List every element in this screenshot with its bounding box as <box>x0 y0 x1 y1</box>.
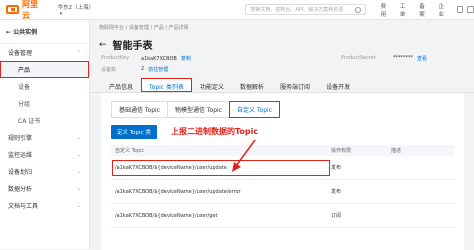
sidebar-item-label: 文档与工具 <box>8 203 39 210</box>
top-nav-ticket[interactable]: 工单 <box>400 2 409 18</box>
sidebar-back-label: 公共实例 <box>13 29 38 36</box>
table-header: 自定义 Topic 操作权限 描述 <box>111 145 454 156</box>
sidebar-item-product[interactable]: 产品 <box>0 61 89 78</box>
logo[interactable]: 阿里云 <box>6 0 44 21</box>
top-bar: 阿里云 华东2（上海）▾ 搜索文档、控制台、API、解决方案和资源 费用 工单 … <box>0 0 474 20</box>
header-description: 描述 <box>391 148 402 154</box>
permission-cell: 订阅 <box>331 213 342 219</box>
product-key-value: a1kaK7XCBOB 复制 <box>141 55 221 62</box>
sidebar-item-docs-tools[interactable]: 文档与工具 ⌄ <box>0 197 89 214</box>
device-count-value: 2 <box>141 66 145 72</box>
permission-cell: 发布 <box>331 165 342 171</box>
define-topic-button[interactable]: 定义 Topic 类 <box>111 125 157 139</box>
sidebar-item-rule-engine[interactable]: 规则引擎 ⌄ <box>0 129 89 146</box>
sidebar-item-label: 分组 <box>18 101 31 108</box>
chevron-down-icon: ▾ <box>59 10 63 17</box>
product-secret-value: ******** <box>393 55 413 61</box>
subtab-basic-topic[interactable]: 基础通信 Topic <box>111 101 168 118</box>
region-label: 华东2（上海） <box>57 4 95 11</box>
sidebar-item-label: 设备划归 <box>8 169 33 176</box>
tab-device-development[interactable]: 设备开发 <box>318 78 358 92</box>
tab-topic-list[interactable]: Topic 类列表 <box>141 78 193 92</box>
table-row[interactable]: /a1kaK7XCBOB/${deviceName}/user/get 订阅 <box>111 204 454 228</box>
tab-product-info[interactable]: 产品信息 <box>101 78 141 92</box>
aliyun-logo-icon <box>6 5 20 14</box>
bell-icon[interactable] <box>456 6 464 13</box>
cart-icon[interactable] <box>467 6 474 13</box>
tab-feature-definition[interactable]: 功能定义 <box>192 78 232 92</box>
header-permission: 操作权限 <box>331 148 352 154</box>
product-secret-label: ProductSecret <box>341 55 376 61</box>
sidebar-item-group[interactable]: 分组 <box>0 95 89 112</box>
sidebar-item-label: 产品 <box>18 67 31 74</box>
subtab-custom-topic[interactable]: 自定义 Topic <box>229 101 280 118</box>
subtab-bar: 基础通信 Topic 物模型通信 Topic 自定义 Topic <box>101 93 464 118</box>
sidebar-back[interactable]: ← 公共实例 <box>0 20 89 44</box>
chevron-down-icon: ⌄ <box>76 134 81 141</box>
product-meta-row: ProductKey a1kaK7XCBOB 复制 ProductSecret *… <box>91 51 474 62</box>
top-nav-enterprise[interactable]: 企业 <box>438 2 447 18</box>
product-key-text: a1kaK7XCBOB <box>141 56 177 62</box>
topic-cell: /a1kaK7XCBOB/${deviceName}/user/update <box>111 159 331 177</box>
topic-panel: 基础通信 Topic 物模型通信 Topic 自定义 Topic 定义 Topi… <box>101 93 464 250</box>
device-count-row: 设备数 2 前往管理 <box>91 62 474 73</box>
sidebar-item-device[interactable]: 设备 <box>0 78 89 95</box>
product-key-label: ProductKey <box>101 55 130 61</box>
page-title: 智能手表 <box>112 41 153 52</box>
tab-server-subscription[interactable]: 服务端订阅 <box>272 78 318 92</box>
table-row[interactable]: /a1kaK7XCBOB/${deviceName}/user/update/e… <box>111 180 454 204</box>
chevron-down-icon: ⌄ <box>76 185 81 192</box>
top-nav-icp[interactable]: 备案 <box>419 2 428 18</box>
permission-cell: 发布 <box>331 189 342 195</box>
topic-cell: /a1kaK7XCBOB/${deviceName}/user/update/e… <box>115 188 241 195</box>
topic-cell: /a1kaK7XCBOB/${deviceName}/user/get <box>115 212 218 219</box>
top-nav: 费用 工单 备案 企业 <box>376 2 453 18</box>
tab-data-parsing[interactable]: 数据解析 <box>232 78 272 92</box>
annotation-label: 上报二进制数据的Topic <box>171 127 259 136</box>
sidebar-item-label: 设备管理 <box>8 50 33 57</box>
sidebar-item-label: 数据分析 <box>8 186 33 193</box>
breadcrumb[interactable]: 物联网平台 / 设备管理 / 产品 / 产品详情 <box>91 20 474 35</box>
logo-text: 阿里云 <box>22 0 39 20</box>
chevron-down-icon: ⌄ <box>76 202 81 209</box>
topic-table: 自定义 Topic 操作权限 描述 /a1kaK7XCBOB/${deviceN… <box>111 145 454 228</box>
table-row[interactable]: /a1kaK7XCBOB/${deviceName}/user/update 发… <box>111 156 454 180</box>
sidebar-item-label: CA 证书 <box>18 118 41 125</box>
header-topic: 自定义 Topic <box>115 148 145 154</box>
sidebar-item-data-analysis[interactable]: 数据分析 ⌄ <box>0 180 89 197</box>
top-nav-billing[interactable]: 费用 <box>381 2 390 18</box>
manage-devices-link[interactable]: 前往管理 <box>148 66 168 73</box>
view-secret-link[interactable]: 查看 <box>417 55 427 62</box>
search-icon[interactable] <box>354 6 361 13</box>
tab-bar: 产品信息 Topic 类列表 功能定义 数据解析 服务端订阅 设备开发 <box>91 73 474 93</box>
sidebar-item-label: 规则引擎 <box>8 135 33 142</box>
title-row: ← 智能手表 <box>91 35 474 53</box>
sidebar: ← 公共实例 设备管理 ⌃ 产品 设备 分组 CA 证书 规则引擎 ⌄ 监控运维 ⌄ … <box>0 20 90 249</box>
back-arrow-icon[interactable]: ← <box>99 40 107 50</box>
chevron-down-icon: ⌄ <box>76 151 81 158</box>
chevron-up-icon: ⌃ <box>76 49 81 56</box>
subtab-tsl-topic[interactable]: 物模型通信 Topic <box>167 101 230 118</box>
search-input[interactable]: 搜索文档、控制台、API、解决方案和资源 <box>245 4 366 15</box>
sidebar-item-ca-cert[interactable]: CA 证书 <box>0 112 89 129</box>
region-selector[interactable]: 华东2（上海）▾ <box>58 3 96 17</box>
chevron-down-icon: ⌄ <box>76 168 81 175</box>
sidebar-item-monitoring[interactable]: 监控运维 ⌄ <box>0 146 89 163</box>
sidebar-item-device-management[interactable]: 设备管理 ⌃ <box>0 44 89 61</box>
sidebar-item-device-assignment[interactable]: 设备划归 ⌄ <box>0 163 89 180</box>
main-content: 物联网平台 / 设备管理 / 产品 / 产品详情 ← 智能手表 ProductK… <box>91 20 474 250</box>
sidebar-item-label: 监控运维 <box>8 152 33 159</box>
device-count-label: 设备数 <box>101 67 117 73</box>
sidebar-item-label: 设备 <box>18 84 31 91</box>
search-placeholder: 搜索文档、控制台、API、解决方案和资源 <box>250 7 344 13</box>
copy-link[interactable]: 复制 <box>181 56 191 62</box>
